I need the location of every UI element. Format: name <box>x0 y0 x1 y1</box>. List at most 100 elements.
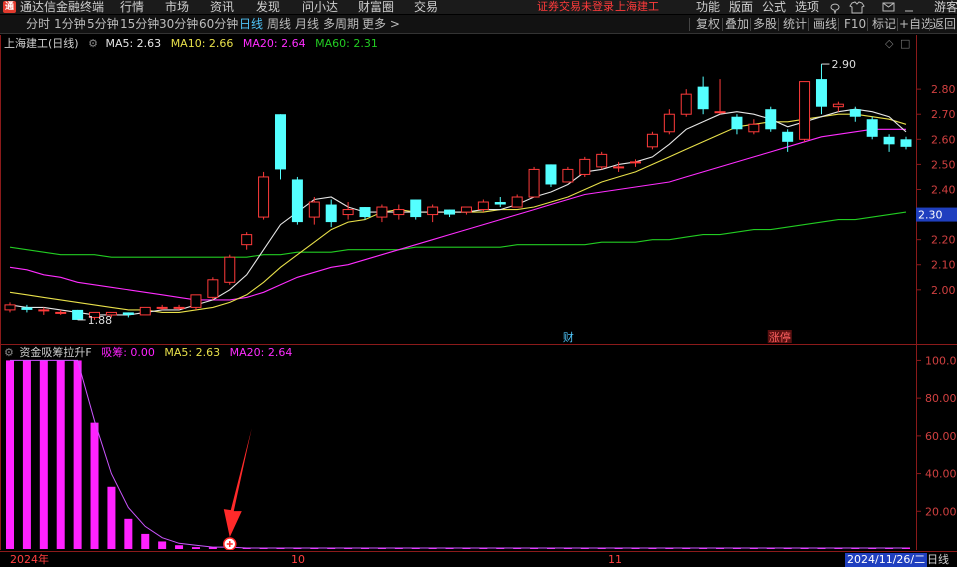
legend-ma10: MA10: 2.66 <box>170 37 234 50</box>
xichou-bar <box>124 518 133 549</box>
xichou-bar <box>6 360 14 549</box>
period-fenshi[interactable]: 分时 <box>26 15 50 34</box>
legend-xichou: 吸筹: 0.00 <box>101 346 155 359</box>
tool-back[interactable]: 返回 <box>932 15 956 34</box>
period-60min[interactable]: 60分钟 <box>199 15 238 34</box>
candle-body <box>714 111 726 114</box>
period-daily[interactable]: 日线 <box>239 15 263 34</box>
indicator-chart[interactable]: 100.00 80.00 60.00 40.00 20.00 <box>0 345 957 550</box>
indicator-axis-label: 40.00 <box>925 468 957 481</box>
indicator-title: 资金吸筹拉升F <box>19 346 92 359</box>
kline-chart-panel[interactable]: 2.802.702.602.502.402.302.202.102.002.30… <box>0 35 957 345</box>
xichou-line <box>10 359 906 549</box>
diamond-icon[interactable]: ◇ <box>885 37 893 50</box>
candle <box>72 309 84 320</box>
menu-item-caifuquan[interactable]: 财富圈 <box>358 0 394 14</box>
candle <box>460 206 472 215</box>
candle-body <box>72 309 84 320</box>
candle-body <box>883 136 895 145</box>
settings-gear-icon[interactable]: ⚙ <box>88 37 98 50</box>
settings-gear-icon[interactable]: ⚙ <box>4 346 14 359</box>
candle-body <box>291 179 303 223</box>
menu-item-faxian[interactable]: 发现 <box>256 0 280 14</box>
period-15min[interactable]: 15分钟 <box>120 15 159 34</box>
tool-f10[interactable]: F10 <box>844 15 866 34</box>
user-label[interactable]: 游客 <box>934 0 957 14</box>
period-1min[interactable]: 1分钟 <box>54 15 86 34</box>
candle <box>646 131 658 150</box>
menu-item-xuanxiang[interactable]: 选项 <box>795 0 819 14</box>
candle <box>748 119 760 135</box>
tool-duogu[interactable]: 多股 <box>753 15 777 34</box>
candle-body <box>207 279 219 298</box>
low-label: 1.88 <box>88 314 113 327</box>
event-marker-finance: 财 <box>563 330 574 344</box>
candle <box>156 304 168 310</box>
period-multi[interactable]: 多周期 <box>323 15 359 34</box>
menu-item-gongneng[interactable]: 功能 <box>696 0 720 14</box>
price-axis-label: 2.40 <box>931 183 956 196</box>
menu-item-gongshi[interactable]: 公式 <box>762 0 786 14</box>
xichou-bar <box>107 486 116 549</box>
xichou-bar <box>90 422 99 549</box>
candle <box>680 89 692 117</box>
tool-fuquan[interactable]: 复权 <box>696 15 720 34</box>
chat-icon[interactable] <box>830 3 840 14</box>
candle-body <box>613 166 625 169</box>
candle <box>38 307 50 315</box>
menu-bar: 通 通达信金融终端 行情 市场 资讯 发现 问小达 财富圈 交易 证券交易未登录… <box>0 0 957 14</box>
period-label[interactable]: 日线 <box>927 553 949 567</box>
period-more[interactable]: 更多 > <box>362 15 400 34</box>
candle <box>308 197 320 225</box>
candle-body <box>224 256 236 283</box>
period-5min[interactable]: 5分钟 <box>87 15 119 34</box>
candle <box>832 101 844 112</box>
candle-body <box>55 311 67 314</box>
maximize-icon[interactable]: □ <box>900 37 910 50</box>
candle-body <box>190 294 202 308</box>
candle-body <box>325 204 337 223</box>
month-label-nov: 11 <box>608 553 622 566</box>
kline-title: 上海建工(日线) <box>4 37 79 50</box>
tool-add-favorite[interactable]: +自选 <box>899 15 933 34</box>
price-axis-label: 2.00 <box>931 284 956 297</box>
candle <box>866 116 878 140</box>
legend-ind-ma5: MA5: 2.63 <box>164 346 221 359</box>
tool-tongji[interactable]: 统计 <box>783 15 807 34</box>
indicator-axis-label: 80.00 <box>925 392 957 405</box>
toolbar-separator <box>838 18 839 31</box>
menu-item-shichang[interactable]: 市场 <box>165 0 189 14</box>
shirt-icon[interactable] <box>849 1 865 14</box>
tool-biaoji[interactable]: 标记 <box>872 15 896 34</box>
candle-body <box>596 153 608 168</box>
menu-item-zixun[interactable]: 资讯 <box>210 0 234 14</box>
envelope-icon[interactable] <box>882 2 895 12</box>
tool-huaxian[interactable]: 画线 <box>813 15 837 34</box>
period-monthly[interactable]: 月线 <box>295 15 319 34</box>
period-30min[interactable]: 30分钟 <box>159 15 198 34</box>
candle-body <box>477 201 489 211</box>
indicator-chart-panel[interactable]: 100.00 80.00 60.00 40.00 20.00 ⚙ 资金吸筹拉升F 吸筹:… <box>0 345 957 550</box>
candle <box>4 302 16 313</box>
menu-item-wenxiaoda[interactable]: 问小达 <box>302 0 338 14</box>
candle-body <box>630 161 642 164</box>
toolbar-separator <box>778 18 779 31</box>
period-weekly[interactable]: 周线 <box>267 15 291 34</box>
candle <box>494 197 506 208</box>
candle-body <box>799 81 811 140</box>
candle-body <box>748 123 760 133</box>
login-status[interactable]: 证券交易未登录 <box>537 0 614 14</box>
candle <box>444 209 456 218</box>
candle <box>511 194 523 208</box>
legend-ma20: MA20: 2.64 <box>242 37 306 50</box>
menu-item-hangqing[interactable]: 行情 <box>120 0 144 14</box>
menu-item-banmian[interactable]: 版面 <box>729 0 753 14</box>
menu-item-jiaoyi[interactable]: 交易 <box>414 0 438 14</box>
kline-chart[interactable]: 2.802.702.602.502.402.302.202.102.002.30… <box>0 35 957 345</box>
indicator-axis-label: 100.00 <box>925 354 957 367</box>
candle-body <box>545 164 557 185</box>
candle-body <box>410 199 422 218</box>
candle-body <box>765 109 777 130</box>
tool-diejia[interactable]: 叠加 <box>725 15 749 34</box>
candle-body <box>680 93 692 115</box>
